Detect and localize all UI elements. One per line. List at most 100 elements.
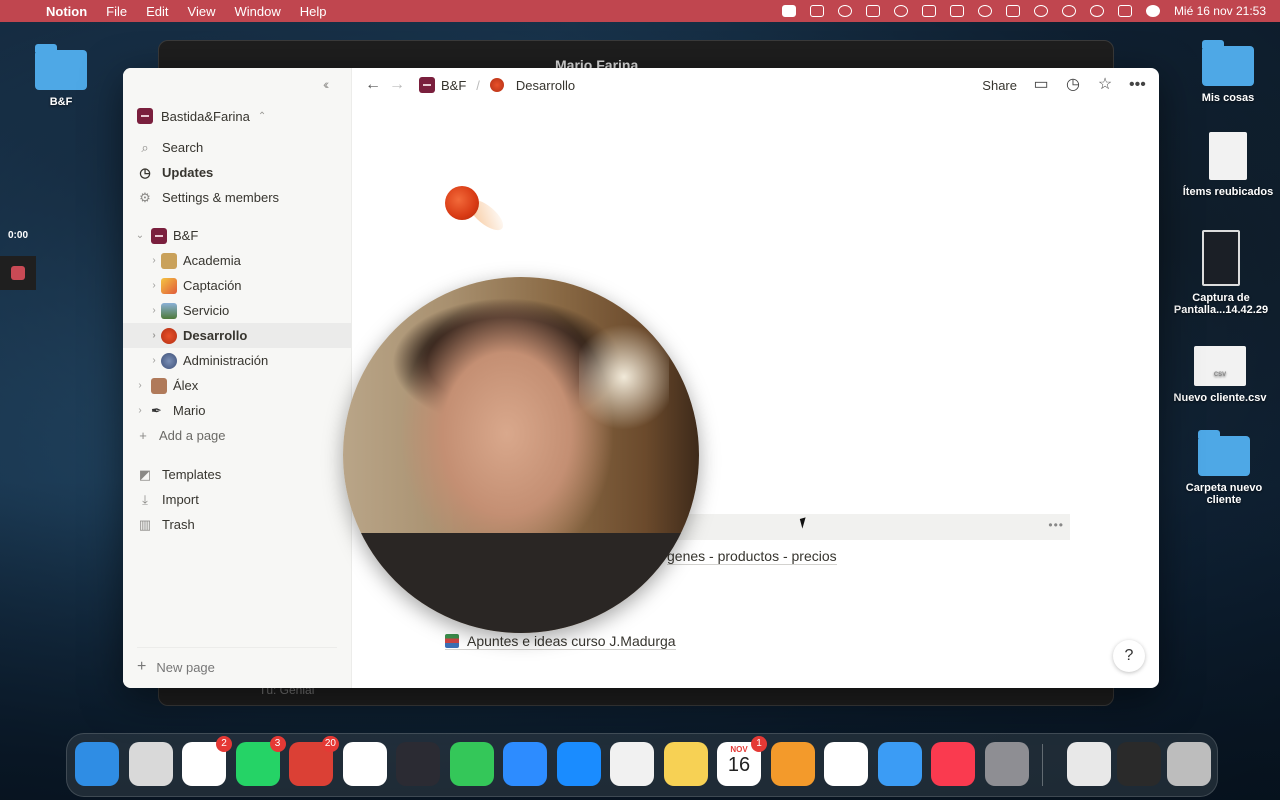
breadcrumb-root[interactable]: B&F xyxy=(441,78,466,93)
sidebar-item-trash[interactable]: ▥ Trash xyxy=(123,512,351,537)
dock-launchpad-icon[interactable] xyxy=(128,742,173,786)
brightness-icon[interactable] xyxy=(837,5,852,17)
dock-reeder-icon[interactable] xyxy=(824,742,868,786)
dock-notion-icon[interactable] xyxy=(342,742,387,786)
dock-finder-icon[interactable] xyxy=(75,742,119,786)
chevron-right-icon[interactable]: › xyxy=(133,380,147,391)
chevron-right-icon[interactable]: › xyxy=(147,305,161,316)
recording-icon[interactable] xyxy=(781,5,796,17)
sidebar-item-desarrollo[interactable]: › Desarrollo xyxy=(123,323,351,348)
dock-obs-icon[interactable] xyxy=(396,742,440,786)
stop-recording-button[interactable] xyxy=(0,256,36,290)
dock-slack-icon[interactable]: 2 xyxy=(182,736,232,786)
pen-icon[interactable] xyxy=(893,5,908,17)
sidebar-item-label: Desarrollo xyxy=(183,328,248,343)
mail-icon[interactable] xyxy=(809,5,824,17)
dock-notes-icon[interactable] xyxy=(663,742,708,786)
more-options-icon[interactable]: ••• xyxy=(1129,77,1146,93)
chevron-down-icon[interactable]: ⌄ xyxy=(133,230,147,241)
sidebar-item-import[interactable]: ⤓ Import xyxy=(123,487,351,512)
chevron-right-icon[interactable]: › xyxy=(147,355,161,366)
new-page-label: New page xyxy=(156,659,215,675)
desktop-items-reubicados[interactable]: Ítems reubicados xyxy=(1173,132,1280,198)
add-page-button[interactable]: + Add a page xyxy=(123,423,351,448)
sidebar-item-alex[interactable]: › Álex xyxy=(123,373,351,398)
menu-edit[interactable]: Edit xyxy=(146,4,168,19)
sidebar-item-search[interactable]: ⌕ Search xyxy=(123,135,351,160)
dock-safari-icon[interactable] xyxy=(556,742,601,786)
dock-todoist-icon[interactable]: 20 xyxy=(289,736,339,786)
sidebar-item-bf[interactable]: ⌄ B&F xyxy=(123,223,351,248)
dock-music-icon[interactable] xyxy=(931,742,975,786)
sidebar-item-templates[interactable]: ◩ Templates xyxy=(123,462,351,487)
page-comet-icon[interactable] xyxy=(445,184,508,236)
hovered-block[interactable]: ••• xyxy=(678,514,1070,540)
classical-building-icon xyxy=(161,252,177,269)
history-clock-icon[interactable]: ◷ xyxy=(1065,77,1081,93)
csv-file-icon: CSV xyxy=(1194,346,1246,386)
sidebar-item-updates[interactable]: ◷ Updates xyxy=(123,160,351,185)
back-arrow-icon[interactable]: ← xyxy=(365,76,381,94)
chevron-right-icon[interactable]: › xyxy=(147,280,161,291)
sidebar-item-administracion[interactable]: › Administración xyxy=(123,348,351,373)
folder-icon xyxy=(35,44,87,90)
desktop-nuevo-cliente-csv[interactable]: CSV Nuevo cliente.csv xyxy=(1165,346,1275,404)
collapse-sidebar-icon[interactable]: ‹‹ xyxy=(323,76,330,92)
breadcrumb-current[interactable]: Desarrollo xyxy=(516,78,575,93)
dock-pages-icon[interactable] xyxy=(770,742,815,786)
help-button[interactable]: ? xyxy=(1113,640,1145,672)
sidebar-item-academia[interactable]: › Academia xyxy=(123,248,351,273)
download-icon: ⤓ xyxy=(142,491,148,507)
app-menu[interactable]: Notion xyxy=(46,4,87,19)
block-options-icon[interactable]: ••• xyxy=(1048,518,1064,532)
user-icon[interactable] xyxy=(1061,5,1076,17)
sidebar-item-servicio[interactable]: › Servicio xyxy=(123,298,351,323)
wifi-icon[interactable] xyxy=(1033,5,1048,17)
chevron-right-icon[interactable]: › xyxy=(147,330,161,341)
new-page-button[interactable]: + New page xyxy=(137,647,337,676)
control-center-icon[interactable] xyxy=(1117,5,1132,17)
recording-timer: 0:00 xyxy=(7,230,28,241)
desktop-folder-mis-cosas[interactable]: Mis cosas xyxy=(1173,40,1280,104)
menu-view[interactable]: View xyxy=(188,4,216,19)
dock-system-settings-icon[interactable] xyxy=(984,742,1029,786)
star-icon[interactable]: ☆ xyxy=(1097,77,1113,93)
forward-arrow-icon[interactable]: → xyxy=(389,76,405,94)
desktop-folder-bf[interactable]: B&F xyxy=(6,44,116,108)
sidebar-item-settings[interactable]: ⚙ Settings & members xyxy=(123,185,351,210)
dock-whatsapp-icon[interactable]: 3 xyxy=(235,736,286,786)
dock-pdf-file-icon[interactable] xyxy=(1067,742,1111,786)
workspace-switcher[interactable]: Bastida&Farina ⌃ xyxy=(137,108,266,124)
menu-help[interactable]: Help xyxy=(300,4,327,19)
spotlight-icon[interactable] xyxy=(1089,5,1104,17)
dock-screenshot-stack-icon[interactable] xyxy=(1117,742,1161,786)
dock-calendar-icon[interactable]: NOV 16 1 xyxy=(717,736,767,786)
menubar-clock[interactable]: Mié 16 nov 21:53 xyxy=(1174,4,1266,18)
menu-window[interactable]: Window xyxy=(234,4,280,19)
notes-status-icon[interactable] xyxy=(921,5,936,17)
dock-trash-icon[interactable] xyxy=(1167,742,1211,786)
chevron-right-icon[interactable]: › xyxy=(147,255,161,266)
desktop-carpeta-nuevo-cliente[interactable]: Carpeta nuevo cliente xyxy=(1169,430,1279,506)
dock-zoom-icon[interactable] xyxy=(503,742,547,786)
workspace-name: Bastida&Farina xyxy=(161,108,250,124)
share-button[interactable]: Share xyxy=(982,78,1017,93)
page-link-apuntes[interactable]: Apuntes e ideas curso J.Madurga xyxy=(445,633,676,650)
sidebar-item-captacion[interactable]: › Captación xyxy=(123,273,351,298)
bluetooth-icon[interactable] xyxy=(977,5,992,17)
comment-icon[interactable]: ▭ xyxy=(1033,77,1049,93)
clock-icon: ◷ xyxy=(139,164,151,180)
chevron-right-icon[interactable]: › xyxy=(133,405,147,416)
desktop-captura[interactable]: Captura de Pantalla...14.42.29 xyxy=(1166,230,1276,316)
sidebar-item-label: Álex xyxy=(173,378,199,393)
app-status-icon[interactable] xyxy=(865,5,880,17)
sidebar-item-mario[interactable]: › ✒ Mario xyxy=(123,398,351,423)
dock-chrome-icon[interactable] xyxy=(610,742,654,786)
dock-facetime-icon[interactable] xyxy=(449,742,494,786)
siri-icon[interactable] xyxy=(1145,5,1160,17)
battery-icon[interactable] xyxy=(1005,5,1020,17)
gear-icon: ⚙ xyxy=(139,189,151,205)
volume-icon[interactable] xyxy=(949,5,964,17)
menu-file[interactable]: File xyxy=(106,4,127,19)
dock-mail-icon[interactable] xyxy=(877,742,922,786)
